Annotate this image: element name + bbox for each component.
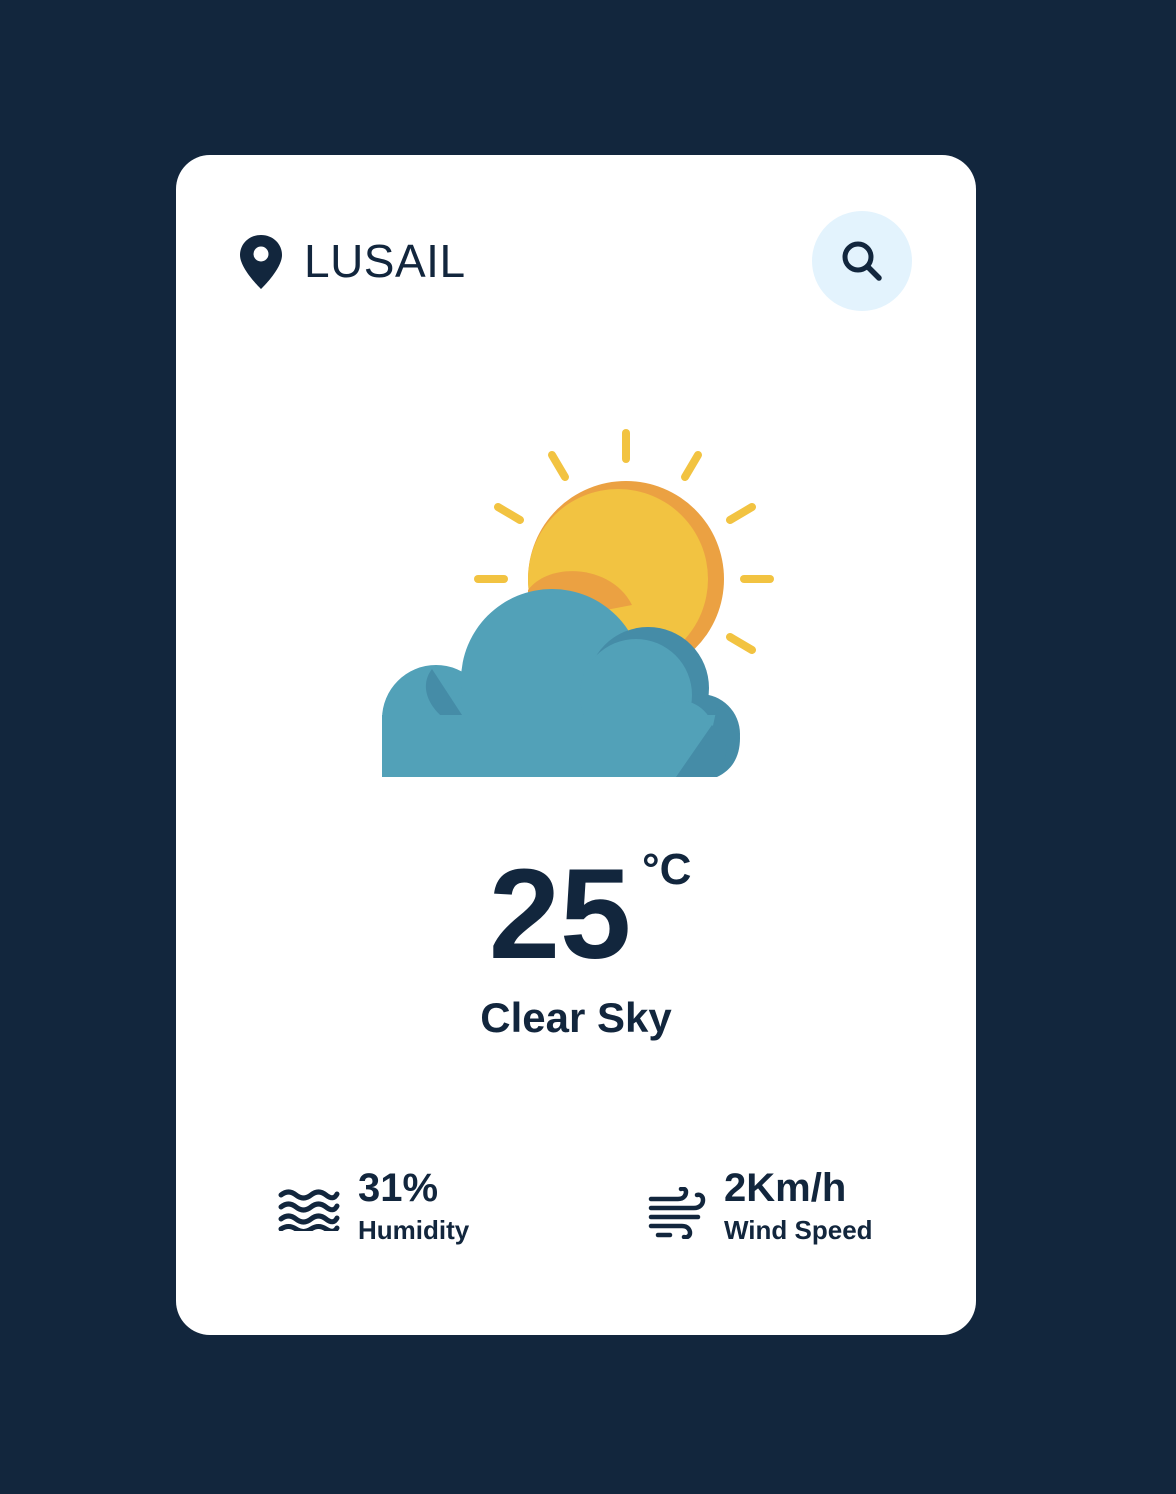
wind-icon [648,1187,706,1239]
weather-description: Clear Sky [480,994,672,1041]
weather-card: LUSAIL 25 °C Clear Sky 31% Humidity 2Km/… [176,155,976,1335]
wind-stat: 2Km/h Wind Speed [648,1165,908,1245]
humidity-stat: 31% Humidity [278,1165,518,1245]
search-button[interactable] [812,211,912,311]
water-waves-icon [278,1189,340,1231]
search-icon [842,241,882,281]
map-pin-icon [240,235,282,289]
sun-behind-cloud-icon [382,429,774,777]
temperature-block: 25 °C [176,845,976,985]
temperature-value: 25 [488,843,632,986]
humidity-label: Humidity [358,1215,470,1245]
humidity-value: 31% [358,1166,439,1210]
wind-label: Wind Speed [724,1215,873,1245]
wind-value: 2Km/h [724,1166,847,1210]
temperature-unit: °C [642,845,692,894]
city-name: LUSAIL [304,235,466,287]
